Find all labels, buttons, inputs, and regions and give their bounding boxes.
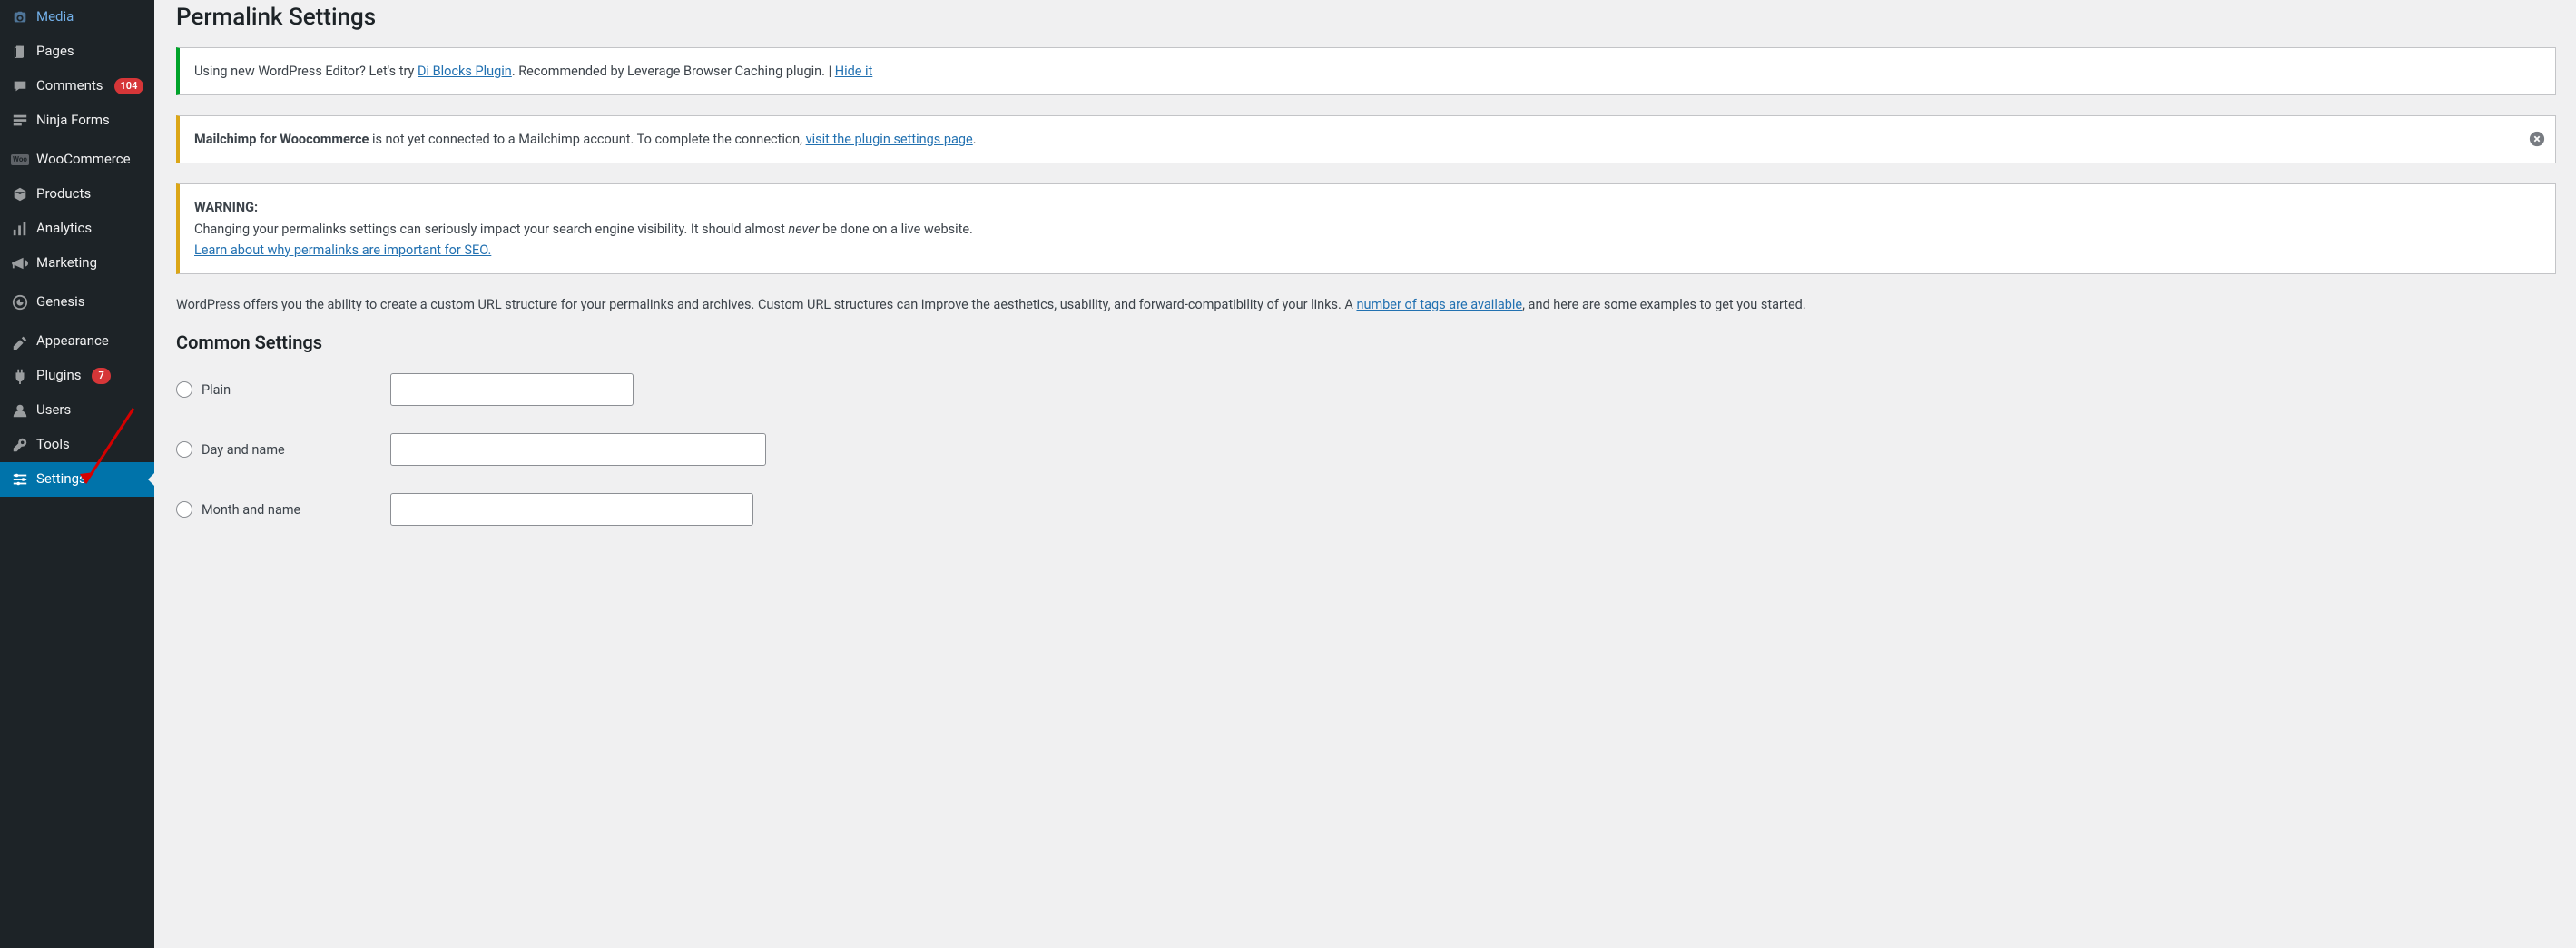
radio-plain[interactable]: [176, 381, 192, 398]
hide-notice-link[interactable]: Hide it: [835, 64, 873, 79]
sidebar-item-plugins[interactable]: Plugins 7: [0, 359, 154, 393]
radio-plain-label[interactable]: Plain: [176, 381, 390, 398]
genesis-icon: [11, 293, 29, 311]
notice-editor: Using new WordPress Editor? Let's try Di…: [176, 47, 2556, 95]
appearance-icon: [11, 332, 29, 351]
comment-icon: [11, 77, 29, 95]
sidebar-item-label: WooCommerce: [36, 151, 131, 169]
field-day-name-example: [390, 433, 766, 466]
sidebar-item-comments[interactable]: Comments 104: [0, 69, 154, 104]
sidebar-item-ninja-forms[interactable]: Ninja Forms: [0, 104, 154, 138]
sidebar-item-label: Tools: [36, 436, 70, 454]
option-day-name: Day and name: [176, 433, 2556, 466]
comments-badge: 104: [114, 78, 144, 95]
tags-available-link[interactable]: number of tags are available: [1356, 297, 1522, 312]
dismiss-button[interactable]: [2528, 131, 2546, 149]
sidebar-item-tools[interactable]: Tools: [0, 428, 154, 462]
sidebar-item-label: Pages: [36, 43, 74, 61]
field-plain-example: [390, 373, 634, 406]
sidebar-item-label: Comments: [36, 77, 103, 95]
sidebar-item-label: Users: [36, 401, 71, 420]
field-month-name-example: [390, 493, 753, 526]
sidebar-item-woocommerce[interactable]: Woo WooCommerce: [0, 143, 154, 177]
users-icon: [11, 401, 29, 420]
mailchimp-settings-link[interactable]: visit the plugin settings page: [806, 132, 973, 147]
product-icon: [11, 185, 29, 203]
radio-month-name[interactable]: [176, 501, 192, 518]
page-icon: [11, 43, 29, 61]
option-plain: Plain: [176, 373, 2556, 406]
sidebar-item-label: Settings: [36, 470, 86, 489]
sidebar-item-label: Appearance: [36, 332, 109, 351]
sidebar-item-label: Analytics: [36, 220, 92, 238]
tools-icon: [11, 436, 29, 454]
camera-icon: [11, 8, 29, 26]
analytics-icon: [11, 220, 29, 238]
intro-paragraph: WordPress offers you the ability to crea…: [176, 294, 2556, 315]
sidebar-item-appearance[interactable]: Appearance: [0, 324, 154, 359]
form-icon: [11, 112, 29, 130]
section-common-settings: Common Settings: [176, 331, 2556, 353]
sidebar-item-users[interactable]: Users: [0, 393, 154, 428]
settings-icon: [11, 470, 29, 489]
plugins-badge: 7: [92, 368, 110, 385]
notice-mailchimp: Mailchimp for Woocommerce is not yet con…: [176, 115, 2556, 163]
sidebar-item-label: Marketing: [36, 254, 97, 272]
sidebar-item-media[interactable]: Media: [0, 0, 154, 35]
sidebar-item-label: Ninja Forms: [36, 112, 110, 130]
sidebar-item-pages[interactable]: Pages: [0, 35, 154, 69]
option-month-name: Month and name: [176, 493, 2556, 526]
admin-sidebar: Media Pages Comments 104 Ninja Forms Woo…: [0, 0, 154, 948]
sidebar-item-label: Products: [36, 185, 91, 203]
woo-icon: Woo: [11, 151, 29, 169]
main-content: Permalink Settings Using new WordPress E…: [154, 0, 2576, 948]
page-title: Permalink Settings: [176, 0, 2556, 47]
warning-heading: WARNING:: [194, 200, 258, 215]
radio-month-name-label[interactable]: Month and name: [176, 501, 390, 518]
seo-permalinks-link[interactable]: Learn about why permalinks are important…: [194, 242, 491, 258]
sidebar-item-marketing[interactable]: Marketing: [0, 246, 154, 281]
notice-mailchimp-title: Mailchimp for Woocommerce: [194, 132, 369, 147]
radio-day-name[interactable]: [176, 441, 192, 458]
marketing-icon: [11, 254, 29, 272]
plugin-icon: [11, 367, 29, 385]
sidebar-item-label: Plugins: [36, 367, 81, 385]
sidebar-item-products[interactable]: Products: [0, 177, 154, 212]
notice-warning: WARNING: Changing your permalinks settin…: [176, 183, 2556, 274]
sidebar-item-settings[interactable]: Settings: [0, 462, 154, 497]
di-blocks-link[interactable]: Di Blocks Plugin: [418, 64, 512, 79]
sidebar-item-label: Genesis: [36, 293, 85, 311]
radio-day-name-label[interactable]: Day and name: [176, 441, 390, 458]
sidebar-item-label: Media: [36, 8, 74, 26]
sidebar-item-analytics[interactable]: Analytics: [0, 212, 154, 246]
sidebar-item-genesis[interactable]: Genesis: [0, 285, 154, 320]
